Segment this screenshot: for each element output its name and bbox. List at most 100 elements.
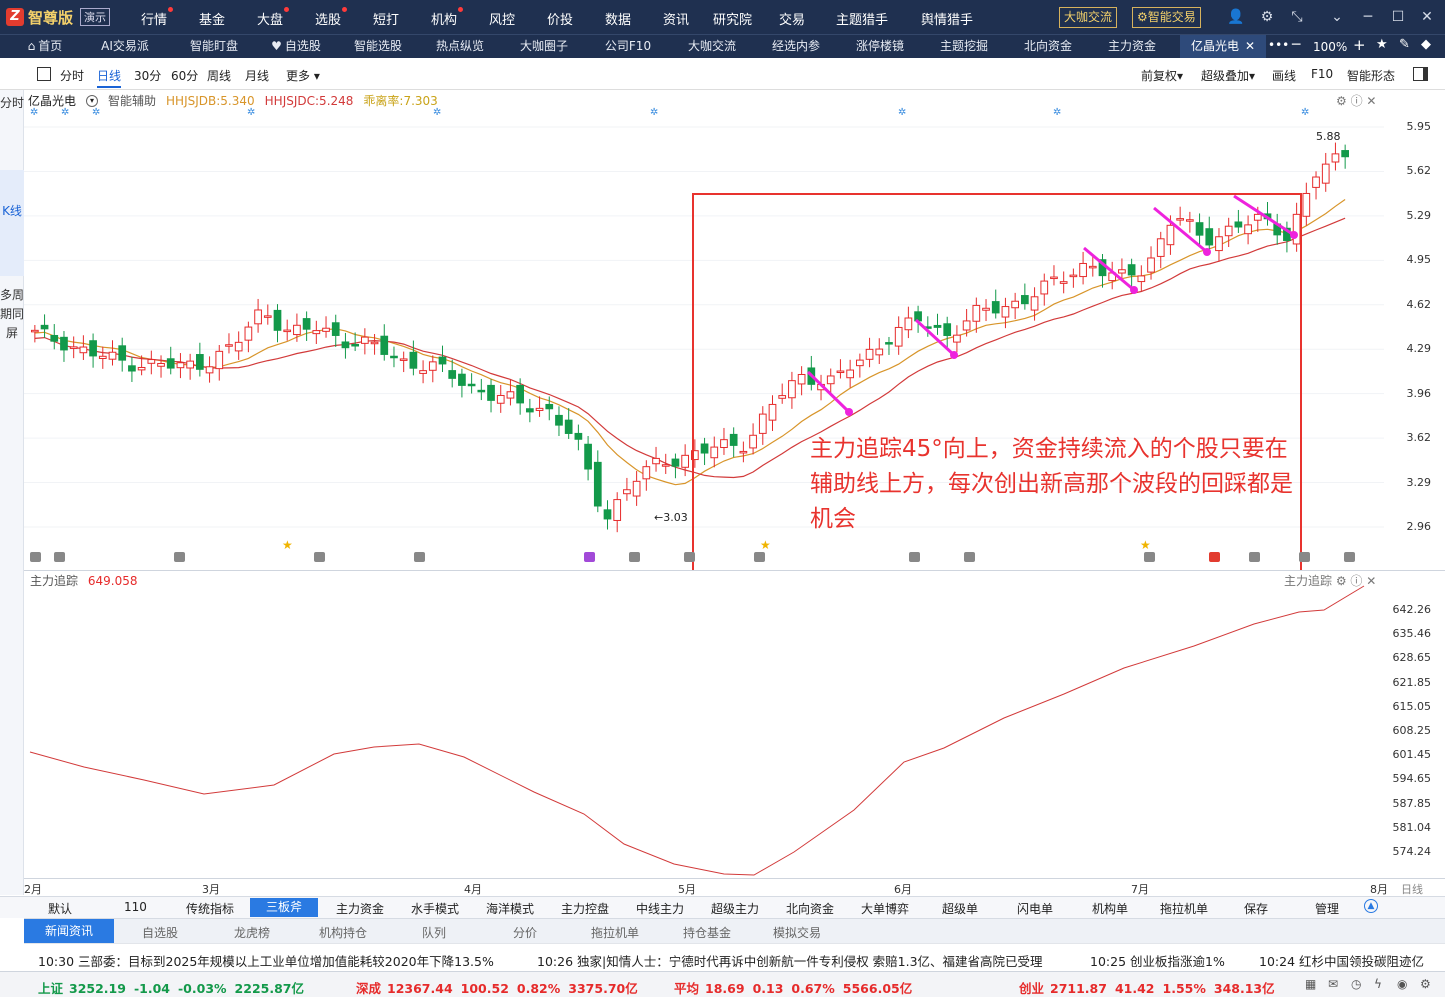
menu-item[interactable]: 主题猎手	[836, 9, 888, 28]
tag-icon[interactable]: ◆	[1421, 37, 1431, 52]
panel-toggle-icon[interactable]	[37, 67, 51, 81]
index-quote[interactable]: 创业 2711.87 41.42 1.55% 348.13亿	[1019, 978, 1275, 997]
period-2[interactable]: 30分	[134, 67, 161, 84]
menu-item[interactable]: 基金	[199, 9, 225, 28]
indicator-tab[interactable]: 保存	[1244, 900, 1268, 917]
index-quote[interactable]: 深成 12367.44 100.52 0.82% 3375.70亿	[356, 978, 638, 997]
tab-item[interactable]: 主题挖掘	[928, 35, 1000, 58]
indicator-tab[interactable]: 水手模式	[411, 900, 459, 917]
tab-item[interactable]: 涨停楼镜	[844, 35, 916, 58]
collapse-icon[interactable]: ▲	[1364, 899, 1378, 913]
indicator-tab[interactable]: 中线主力	[636, 900, 684, 917]
tab-item[interactable]: 亿晶光电 ✕	[1180, 35, 1266, 58]
side-kline[interactable]: K线	[0, 170, 24, 276]
zoom-out-icon[interactable]: ─	[1292, 37, 1300, 53]
menu-item[interactable]: 选股	[315, 7, 348, 28]
menu-item[interactable]: 舆情猎手	[921, 9, 973, 28]
indicator-tab[interactable]: 拖拉机单	[1160, 900, 1208, 917]
tab-item[interactable]: 大咖交流	[676, 35, 748, 58]
indicator-tab[interactable]: 机构单	[1092, 900, 1128, 917]
news-item[interactable]: 10:30 三部委：目标到2025年规模以上工业单位增加值能耗较2020年下降1…	[38, 951, 494, 970]
period-5[interactable]: 月线	[245, 67, 269, 84]
menu-item[interactable]: 机构	[431, 7, 464, 28]
pen-icon[interactable]: ✎	[1399, 37, 1410, 52]
indicator-tab[interactable]: 闪电单	[1017, 900, 1053, 917]
indicator-tab[interactable]: 大单博弈	[861, 900, 909, 917]
indicator-tab[interactable]: 超级单	[942, 900, 978, 917]
indicator-tab[interactable]: 超级主力	[711, 900, 759, 917]
minimize-icon[interactable]: ─	[1359, 8, 1377, 26]
menu-item[interactable]: 大盘	[257, 7, 290, 28]
side-intraday[interactable]: 分时	[0, 94, 24, 134]
tab-close-icon[interactable]: ✕	[1245, 39, 1255, 53]
gear-icon[interactable]: ⚙	[1420, 977, 1431, 991]
period-6[interactable]: 更多 ▾	[286, 67, 320, 84]
indicator-tab[interactable]: 主力资金	[336, 900, 384, 917]
period-0[interactable]: 分时	[60, 67, 84, 84]
sub-indicator-chart[interactable]	[24, 572, 1384, 878]
chat-icon[interactable]: ✉	[1328, 977, 1338, 991]
period-4[interactable]: 周线	[207, 67, 231, 84]
lightning-icon[interactable]: ϟ	[1374, 977, 1382, 991]
news-tab[interactable]: 新闻资讯	[24, 919, 115, 944]
toolbar-right-item[interactable]: 画线	[1272, 67, 1296, 84]
tab-item[interactable]: 主力资金	[1096, 35, 1168, 58]
indicator-tab[interactable]: 110	[124, 900, 147, 914]
indicator-tab[interactable]: 北向资金	[786, 900, 834, 917]
period-3[interactable]: 60分	[171, 67, 198, 84]
menu-item[interactable]: 交易	[779, 9, 805, 28]
tab-item[interactable]: ⌂ 首页	[14, 35, 76, 58]
toolbar-right-item[interactable]: 智能形态	[1347, 67, 1395, 84]
user-icon[interactable]: 👤	[1227, 8, 1245, 26]
indicator-tab[interactable]: 传统指标	[186, 900, 234, 917]
tab-item[interactable]: 北向资金	[1012, 35, 1084, 58]
news-tab[interactable]: 分价	[513, 924, 537, 941]
indicator-tab[interactable]: 主力控盘	[561, 900, 609, 917]
tab-item[interactable]: 经选内参	[760, 35, 832, 58]
calc-icon[interactable]: ▦	[1305, 977, 1316, 991]
menu-item[interactable]: 短打	[373, 9, 399, 28]
dropdown-icon[interactable]: ⌄	[1328, 8, 1346, 26]
indicator-tab[interactable]: 海洋模式	[486, 900, 534, 917]
news-item[interactable]: 10:24 红杉中国领投碳阻迹亿	[1259, 951, 1424, 970]
shrink-icon[interactable]: ⤡	[1288, 8, 1306, 26]
indicator-tab[interactable]: 三板斧	[250, 898, 319, 917]
clock-icon[interactable]: ◷	[1351, 977, 1361, 991]
side-multi-period[interactable]: 多周期同屏	[0, 286, 24, 386]
indicator-tab[interactable]: 管理	[1315, 900, 1339, 917]
menu-item[interactable]: 行情	[141, 7, 174, 28]
news-tab[interactable]: 机构持仓	[319, 924, 367, 941]
expert-chat-button[interactable]: 大咖交流	[1059, 7, 1118, 28]
index-quote[interactable]: 平均 18.69 0.13 0.67% 5566.05亿	[674, 978, 912, 997]
menu-item[interactable]: 资讯	[663, 9, 689, 28]
news-item[interactable]: 10:25 创业板指涨逾1%	[1090, 951, 1225, 970]
tab-item[interactable]: 智能选股	[342, 35, 414, 58]
star-icon[interactable]: ★	[1376, 37, 1388, 52]
menu-item[interactable]: 研究院	[713, 9, 752, 28]
maximize-icon[interactable]: ☐	[1389, 8, 1407, 26]
tab-item[interactable]: 智能盯盘	[176, 35, 252, 58]
index-quote[interactable]: 上证 3252.19 -1.04 -0.03% 2225.87亿	[38, 978, 304, 997]
speaker-icon[interactable]: ◉	[1397, 977, 1407, 991]
smart-trade-button[interactable]: ⚙智能交易	[1132, 7, 1201, 28]
toolbar-right-item[interactable]: 前复权▾	[1141, 67, 1183, 84]
close-icon[interactable]: ✕	[1418, 8, 1436, 26]
menu-item[interactable]: 风控	[489, 9, 515, 28]
tab-item[interactable]: 公司F10	[592, 35, 664, 58]
tab-item[interactable]: AI交易派	[90, 35, 160, 58]
zoom-in-icon[interactable]: +	[1353, 36, 1366, 54]
settings-icon[interactable]: ⚙	[1258, 8, 1276, 26]
app-logo[interactable]: Z 智尊版 演示	[6, 6, 111, 28]
tab-item[interactable]: 大咖圈子	[508, 35, 580, 58]
toolbar-right-item[interactable]: 超级叠加▾	[1201, 67, 1255, 84]
period-1[interactable]: 日线	[97, 67, 122, 88]
more-tabs-icon[interactable]: •••	[1268, 38, 1289, 52]
menu-item[interactable]: 价投	[547, 9, 573, 28]
news-tab[interactable]: 队列	[422, 924, 446, 941]
tab-item[interactable]: 热点纵览	[424, 35, 496, 58]
news-item[interactable]: 10:26 独家|知情人士：宁德时代再诉中创新航一件专利侵权 索赔1.3亿、福建…	[537, 951, 1043, 970]
news-tab[interactable]: 龙虎榜	[234, 924, 270, 941]
news-tab[interactable]: 持仓基金	[683, 924, 731, 941]
news-tab[interactable]: 模拟交易	[773, 924, 821, 941]
indicator-tab[interactable]: 默认	[48, 900, 72, 917]
